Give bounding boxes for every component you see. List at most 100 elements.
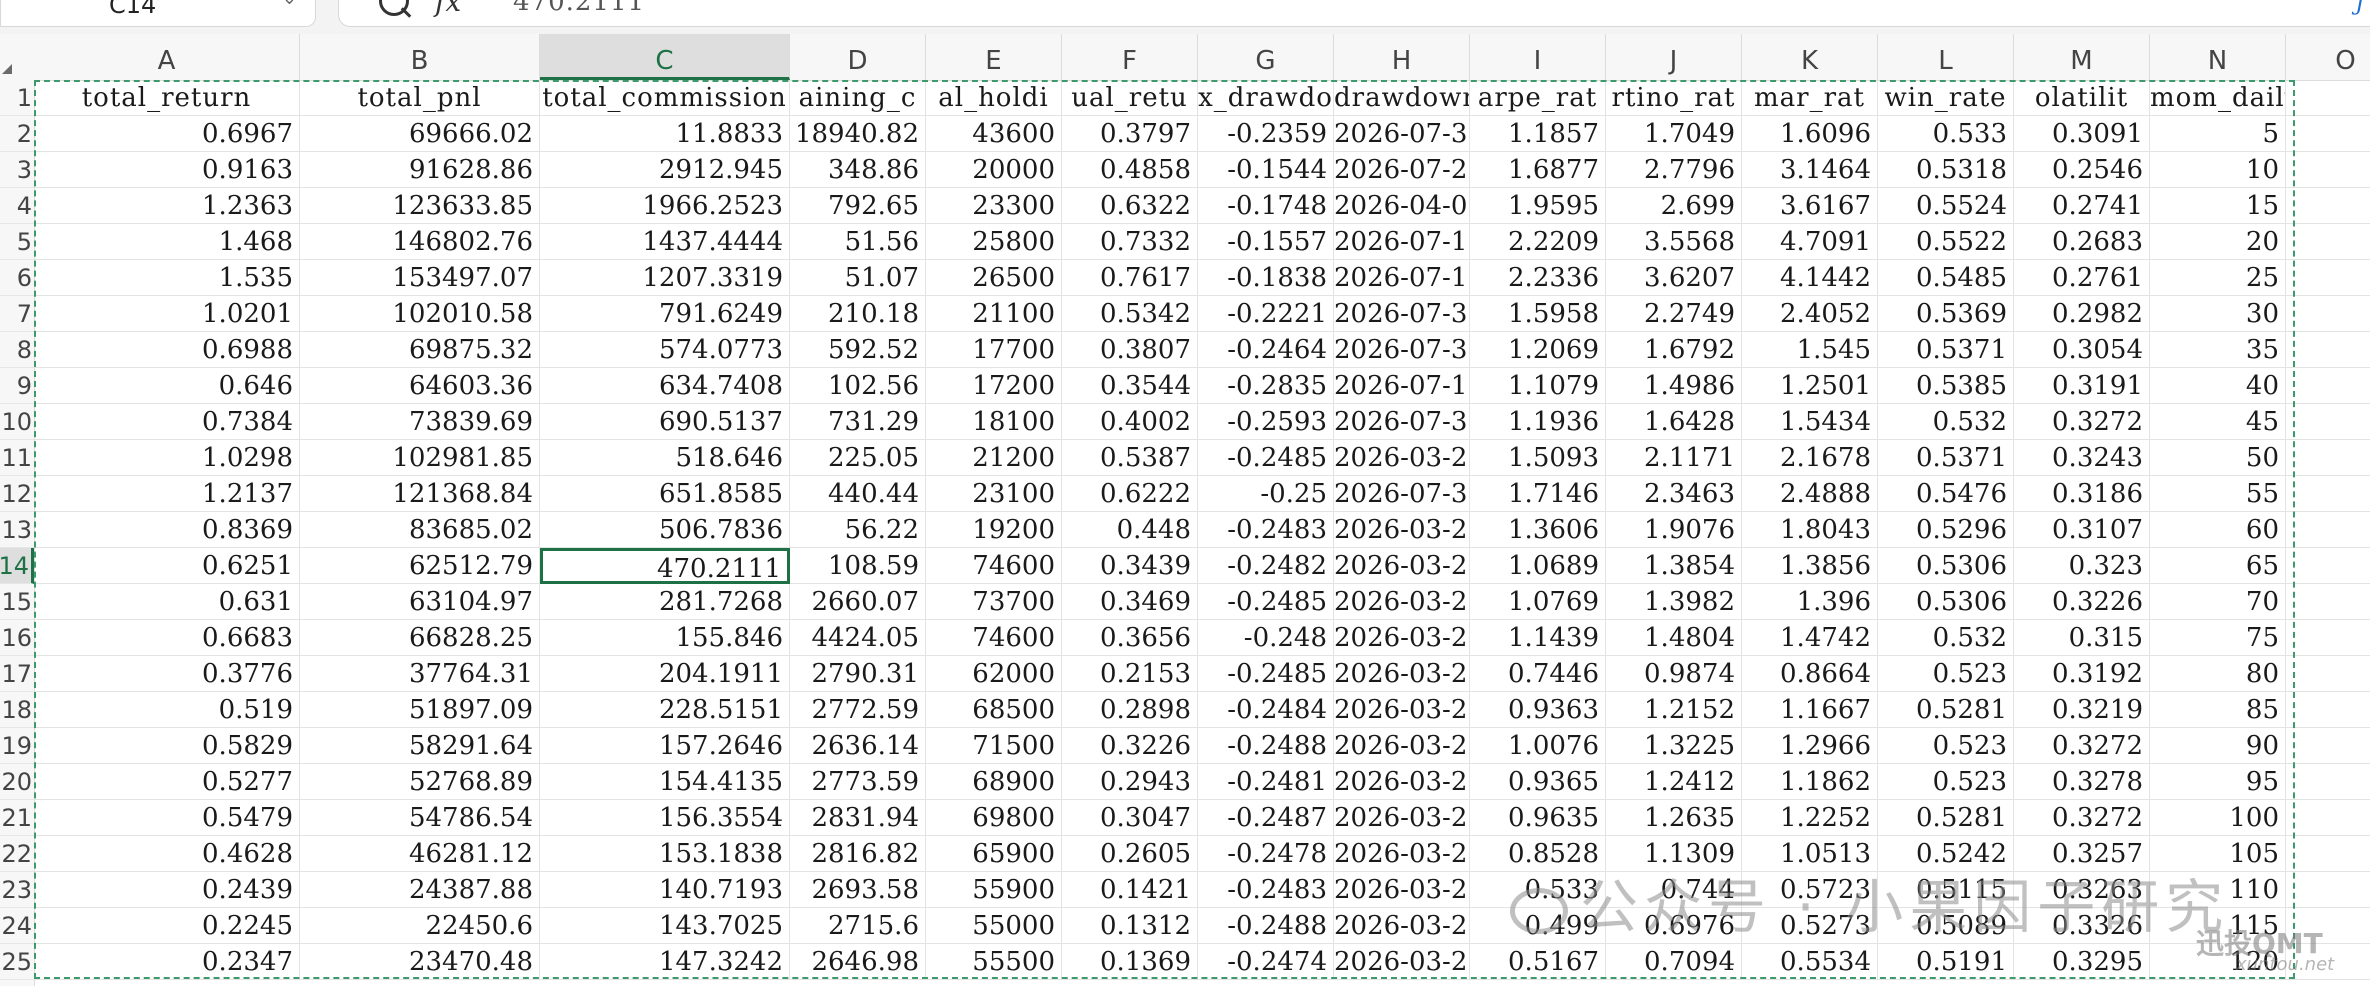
data-cell[interactable]: 0.523 [1878, 764, 2014, 800]
data-cell[interactable]: 0.2898 [1062, 692, 1198, 728]
data-cell[interactable]: 0.2982 [2014, 296, 2150, 332]
row-header[interactable]: 17 [0, 656, 34, 692]
data-cell[interactable]: 80 [2150, 656, 2286, 692]
data-cell[interactable]: 2790.31 [790, 656, 926, 692]
data-cell[interactable]: 228.5151 [540, 692, 790, 728]
data-cell[interactable]: 1.2635 [1606, 800, 1742, 836]
data-cell[interactable]: 147.3242 [540, 944, 790, 980]
data-cell[interactable]: 68500 [926, 692, 1062, 728]
data-cell[interactable]: -0.2593 [1198, 404, 1334, 440]
data-cell[interactable]: 17200 [926, 368, 1062, 404]
data-cell[interactable] [2286, 548, 2370, 584]
data-cell[interactable]: 55500 [926, 944, 1062, 980]
data-cell[interactable]: 0.3091 [2014, 116, 2150, 152]
data-cell[interactable]: 1.4986 [1606, 368, 1742, 404]
data-cell[interactable]: 157.2646 [540, 728, 790, 764]
header-cell[interactable]: ual_retu [1062, 80, 1198, 116]
data-cell[interactable]: 0.533 [1470, 872, 1606, 908]
data-cell[interactable]: 1.1936 [1470, 404, 1606, 440]
select-all-corner[interactable] [0, 34, 34, 80]
data-cell[interactable]: 792.65 [790, 188, 926, 224]
data-cell[interactable]: 1.9595 [1470, 188, 1606, 224]
data-cell[interactable]: 3.5568 [1606, 224, 1742, 260]
data-cell[interactable]: -0.2485 [1198, 656, 1334, 692]
data-cell[interactable]: 1.8043 [1742, 512, 1878, 548]
data-cell[interactable]: 1.2252 [1742, 800, 1878, 836]
data-cell[interactable] [2286, 800, 2370, 836]
data-cell[interactable]: -0.1557 [1198, 224, 1334, 260]
data-cell[interactable]: 0.6967 [34, 116, 300, 152]
data-cell[interactable]: 0.5723 [1742, 872, 1878, 908]
column-header-m[interactable]: M [2014, 34, 2150, 80]
data-cell[interactable]: 0.1421 [1062, 872, 1198, 908]
data-cell[interactable]: 66828.25 [300, 620, 540, 656]
data-cell[interactable]: 2026-03-2 [1334, 764, 1470, 800]
data-cell[interactable]: 1.7146 [1470, 476, 1606, 512]
data-cell[interactable]: 2026-07-1 [1334, 224, 1470, 260]
data-cell[interactable]: 30 [2150, 296, 2286, 332]
data-cell[interactable]: 62512.79 [300, 548, 540, 584]
data-cell[interactable]: 281.7268 [540, 584, 790, 620]
row-header[interactable]: 23 [0, 872, 34, 908]
data-cell[interactable]: 791.6249 [540, 296, 790, 332]
column-header-e[interactable]: E [926, 34, 1062, 80]
data-cell[interactable]: -0.2464 [1198, 332, 1334, 368]
data-cell[interactable]: 0.2245 [34, 908, 300, 944]
data-cell[interactable]: 2026-07-3 [1334, 476, 1470, 512]
header-cell[interactable]: arpe_rat [1470, 80, 1606, 116]
data-cell[interactable]: 1.2152 [1606, 692, 1742, 728]
column-header-f[interactable]: F [1062, 34, 1198, 80]
data-cell[interactable]: 115 [2150, 908, 2286, 944]
data-cell[interactable]: 0.3186 [2014, 476, 2150, 512]
data-cell[interactable]: 2026-03-2 [1334, 656, 1470, 692]
data-cell[interactable]: 2026-03-2 [1334, 944, 1470, 980]
data-cell[interactable]: 0.7617 [1062, 260, 1198, 296]
data-cell[interactable]: 0.6683 [34, 620, 300, 656]
data-cell[interactable]: 0.3797 [1062, 116, 1198, 152]
data-cell[interactable]: 22450.6 [300, 908, 540, 944]
data-cell[interactable]: 2026-03-2 [1334, 584, 1470, 620]
data-cell[interactable]: -0.2483 [1198, 872, 1334, 908]
data-cell[interactable]: 0.523 [1878, 656, 2014, 692]
header-cell[interactable]: aining_c [790, 80, 926, 116]
row-header[interactable]: 22 [0, 836, 34, 872]
data-cell[interactable]: 0.3192 [2014, 656, 2150, 692]
data-cell[interactable] [2286, 728, 2370, 764]
data-cell[interactable]: 0.6322 [1062, 188, 1198, 224]
data-cell[interactable]: 0.519 [34, 692, 300, 728]
header-cell[interactable]: mom_daily [2150, 80, 2286, 116]
data-cell[interactable]: 2026-03-2 [1334, 440, 1470, 476]
data-cell[interactable]: 1966.2523 [540, 188, 790, 224]
data-cell[interactable]: 1.396 [1742, 584, 1878, 620]
data-cell[interactable]: 0.532 [1878, 620, 2014, 656]
data-cell[interactable]: 225.05 [790, 440, 926, 476]
data-cell[interactable]: 0.499 [1470, 908, 1606, 944]
data-cell[interactable]: -0.1544 [1198, 152, 1334, 188]
data-cell[interactable]: 2026-03-2 [1334, 908, 1470, 944]
data-cell[interactable]: 4.7091 [1742, 224, 1878, 260]
data-cell[interactable]: 62000 [926, 656, 1062, 692]
column-header-n[interactable]: N [2150, 34, 2286, 80]
data-cell[interactable]: 1.2501 [1742, 368, 1878, 404]
data-cell[interactable]: 2.1171 [1606, 440, 1742, 476]
data-cell[interactable]: 63104.97 [300, 584, 540, 620]
data-cell[interactable]: -0.2483 [1198, 512, 1334, 548]
data-cell[interactable]: 0.5829 [34, 728, 300, 764]
data-cell[interactable] [2286, 584, 2370, 620]
data-cell[interactable]: 0.5089 [1878, 908, 2014, 944]
data-cell[interactable]: 1.0513 [1742, 836, 1878, 872]
data-cell[interactable]: 1.5958 [1470, 296, 1606, 332]
data-cell[interactable]: 110 [2150, 872, 2286, 908]
data-cell[interactable]: 0.5485 [1878, 260, 2014, 296]
data-cell[interactable]: 35 [2150, 332, 2286, 368]
data-cell[interactable] [2286, 872, 2370, 908]
data-cell[interactable]: -0.2482 [1198, 548, 1334, 584]
data-cell[interactable]: 1437.4444 [540, 224, 790, 260]
data-cell[interactable]: 348.86 [790, 152, 926, 188]
formula-input[interactable]: fx 470.2111 ƒ [338, 0, 2370, 27]
data-cell[interactable]: 85 [2150, 692, 2286, 728]
data-cell[interactable]: 0.533 [1878, 116, 2014, 152]
data-cell[interactable]: 0.2439 [34, 872, 300, 908]
data-cell[interactable]: 204.1911 [540, 656, 790, 692]
data-cell[interactable]: 0.3656 [1062, 620, 1198, 656]
